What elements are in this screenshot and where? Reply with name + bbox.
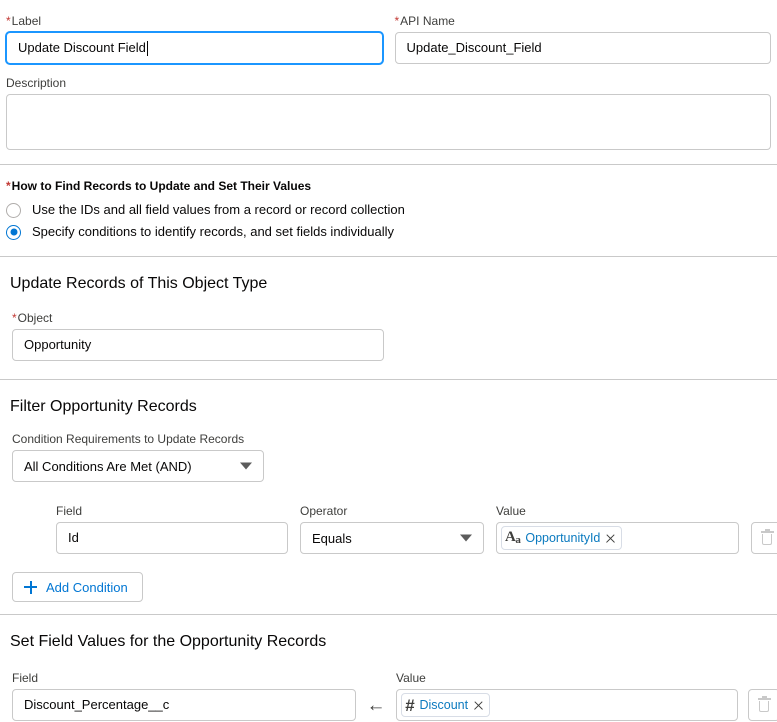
assignment-section: Set Field Values for the Opportunity Rec… — [0, 633, 777, 721]
assignment-field-label: Field — [12, 671, 39, 685]
divider-4 — [0, 614, 777, 615]
condition-value-group: Value Aa OpportunityId — [496, 504, 739, 554]
required-asterisk: * — [12, 311, 17, 325]
how-to-find-records-title: *How to Find Records to Update and Set T… — [6, 179, 771, 193]
label-input[interactable]: Update Discount Field — [6, 32, 383, 64]
radio-option-use-ids[interactable]: Use the IDs and all field values from a … — [6, 202, 771, 218]
description-field-label: Description — [6, 76, 67, 90]
condition-row: Field Id Operator Equals Value Aa Opport… — [6, 504, 777, 554]
radio-option-specify-conditions-label: Specify conditions to identify records, … — [32, 224, 395, 239]
api-name-field-group: *API Name Update_Discount_Field — [394, 14, 772, 64]
radio-icon-unselected[interactable] — [6, 202, 21, 218]
assignment-delete-group — [748, 689, 777, 721]
assignment-row: Field Discount_Percentage__c ← Value # D… — [6, 671, 777, 721]
required-asterisk: * — [6, 179, 11, 193]
condition-value-pill[interactable]: Aa OpportunityId — [501, 526, 623, 550]
chevron-down-icon — [240, 462, 252, 470]
object-section-title: Update Records of This Object Type — [10, 275, 268, 292]
object-field-group: *Object Opportunity — [12, 311, 384, 361]
assignment-value-label: Value — [396, 671, 426, 685]
condition-requirements-select[interactable]: All Conditions Are Met (AND) — [12, 450, 264, 482]
label-input-value: Update Discount Field — [18, 40, 146, 55]
text-type-icon: Aa — [505, 529, 521, 546]
radio-icon-selected[interactable] — [6, 224, 21, 240]
assignment-field-value: Discount_Percentage__c — [24, 697, 170, 712]
object-field-label-text: Object — [17, 311, 53, 325]
add-condition-wrap: Add Condition — [6, 572, 771, 602]
trash-icon — [757, 695, 771, 713]
condition-value-label: Value — [496, 504, 526, 518]
divider-2 — [0, 256, 777, 257]
delete-condition-button[interactable] — [751, 522, 777, 554]
label-field-label-text: Label — [11, 14, 42, 28]
api-name-field-label-text: API Name — [400, 14, 455, 28]
radio-option-use-ids-label: Use the IDs and all field values from a … — [32, 202, 405, 217]
api-name-input-value: Update_Discount_Field — [406, 40, 542, 55]
radio-option-specify-conditions[interactable]: Specify conditions to identify records, … — [6, 224, 771, 240]
description-field-group: Description — [0, 64, 777, 150]
filter-section: Filter Opportunity Records Condition Req… — [0, 398, 777, 602]
delete-assignment-button[interactable] — [748, 689, 777, 721]
assignment-arrow-cell: ← — [356, 689, 396, 721]
assignment-field-group: Field Discount_Percentage__c — [12, 671, 356, 721]
object-section: Update Records of This Object Type *Obje… — [0, 275, 777, 361]
text-cursor — [146, 40, 148, 56]
condition-field-label: Field — [56, 504, 83, 518]
object-input[interactable]: Opportunity — [12, 329, 384, 361]
label-field-group: *Label Update Discount Field — [6, 14, 383, 64]
condition-requirements-group: Condition Requirements to Update Records… — [12, 432, 264, 482]
object-input-value: Opportunity — [24, 337, 92, 352]
divider-3 — [0, 379, 777, 380]
assignment-value-pill-text: Discount — [419, 698, 469, 712]
condition-field-input[interactable]: Id — [56, 522, 288, 554]
condition-requirements-value: All Conditions Are Met (AND) — [24, 458, 192, 474]
assignment-value-group: Value # Discount — [396, 671, 738, 721]
description-textarea[interactable] — [6, 94, 771, 150]
condition-operator-select[interactable]: Equals — [300, 522, 484, 554]
required-asterisk: * — [394, 14, 400, 28]
how-to-find-records-title-text: How to Find Records to Update and Set Th… — [11, 179, 312, 193]
condition-value-pill-text: OpportunityId — [525, 531, 601, 545]
add-condition-button[interactable]: Add Condition — [12, 572, 143, 602]
condition-field-value: Id — [68, 530, 79, 545]
name-fields-row: *Label Update Discount Field *API Name U… — [0, 0, 777, 64]
condition-operator-value: Equals — [312, 530, 352, 546]
number-type-icon: # — [405, 695, 415, 715]
condition-value-input[interactable]: Aa OpportunityId — [496, 522, 739, 554]
assignment-field-input[interactable]: Discount_Percentage__c — [12, 689, 356, 721]
chevron-down-icon — [460, 534, 472, 542]
object-field-label: *Object — [12, 311, 384, 325]
add-condition-label: Add Condition — [46, 579, 128, 595]
remove-pill-icon[interactable] — [473, 700, 484, 711]
left-arrow-icon: ← — [366, 694, 386, 716]
api-name-input[interactable]: Update_Discount_Field — [394, 32, 771, 64]
plus-icon — [24, 580, 37, 594]
condition-operator-label: Operator — [300, 504, 348, 518]
required-asterisk: * — [6, 14, 11, 28]
condition-requirements-label: Condition Requirements to Update Records — [12, 432, 245, 446]
trash-icon — [760, 528, 774, 546]
remove-pill-icon[interactable] — [605, 533, 616, 544]
assignment-section-title: Set Field Values for the Opportunity Rec… — [10, 633, 327, 650]
condition-operator-group: Operator Equals — [300, 504, 484, 554]
assignment-value-input[interactable]: # Discount — [396, 689, 738, 721]
condition-delete-group — [751, 522, 777, 554]
update-records-editor: *Label Update Discount Field *API Name U… — [0, 0, 777, 721]
condition-field-group: Field Id — [56, 504, 288, 554]
label-field-label: *Label — [6, 14, 383, 28]
assignment-value-pill[interactable]: # Discount — [401, 693, 491, 717]
how-to-find-records-group: *How to Find Records to Update and Set T… — [0, 165, 777, 256]
filter-section-title: Filter Opportunity Records — [10, 398, 197, 415]
api-name-field-label: *API Name — [395, 14, 772, 28]
